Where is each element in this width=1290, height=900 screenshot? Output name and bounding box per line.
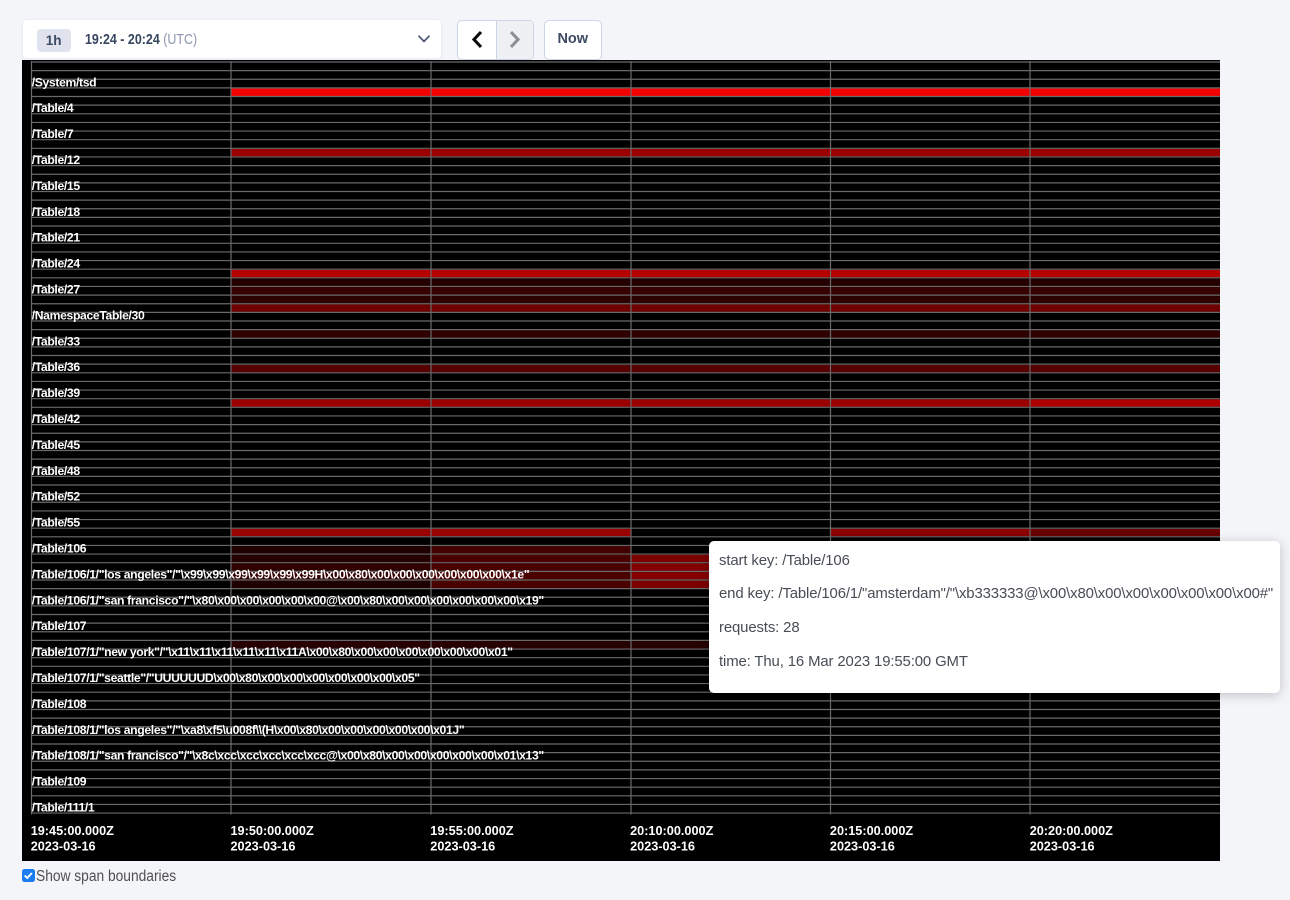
svg-text:/Table/39: /Table/39 (32, 386, 81, 400)
svg-text:20:15:00.000Z: 20:15:00.000Z (830, 824, 913, 838)
svg-text:20:10:00.000Z: 20:10:00.000Z (630, 824, 713, 838)
svg-text:/Table/52: /Table/52 (32, 490, 81, 504)
svg-text:/Table/36: /Table/36 (32, 360, 81, 374)
svg-text:/Table/24: /Table/24 (32, 257, 81, 271)
svg-text:/Table/7: /Table/7 (32, 127, 74, 141)
svg-text:/Table/18: /Table/18 (32, 205, 81, 219)
svg-text:/Table/107/1/"new york"/"\x11\: /Table/107/1/"new york"/"\x11\x11\x11\x1… (32, 645, 513, 659)
svg-text:2023-03-16: 2023-03-16 (430, 840, 495, 854)
svg-text:/Table/27: /Table/27 (32, 283, 81, 297)
svg-text:2023-03-16: 2023-03-16 (1030, 840, 1095, 854)
svg-text:2023-03-16: 2023-03-16 (231, 840, 296, 854)
svg-text:/Table/108/1/"los angeles"/"\x: /Table/108/1/"los angeles"/"\xa8\xf5\u00… (32, 723, 465, 737)
svg-text:/Table/21: /Table/21 (32, 231, 81, 245)
svg-text:/Table/106/1/"los angeles"/"\x: /Table/106/1/"los angeles"/"\x99\x99\x99… (32, 567, 530, 581)
svg-text:/Table/109: /Table/109 (32, 775, 87, 789)
svg-text:/Table/107/1/"seattle"/"UUUUUU: /Table/107/1/"seattle"/"UUUUUUD\x00\x80\… (32, 671, 420, 685)
svg-text:20:20:00.000Z: 20:20:00.000Z (1030, 824, 1113, 838)
svg-text:19:45:00.000Z: 19:45:00.000Z (31, 824, 114, 838)
svg-text:/Table/15: /Table/15 (32, 179, 81, 193)
svg-text:/Table/42: /Table/42 (32, 412, 81, 426)
svg-text:19:50:00.000Z: 19:50:00.000Z (231, 824, 314, 838)
svg-text:19:55:00.000Z: 19:55:00.000Z (430, 824, 513, 838)
svg-text:2023-03-16: 2023-03-16 (830, 840, 895, 854)
svg-text:/Table/108: /Table/108 (32, 697, 87, 711)
svg-text:/Table/55: /Table/55 (32, 516, 81, 530)
svg-text:/Table/111/1: /Table/111/1 (32, 801, 95, 815)
svg-text:/System/tsd: /System/tsd (32, 75, 97, 89)
svg-text:/Table/33: /Table/33 (32, 334, 81, 348)
svg-text:/Table/12: /Table/12 (32, 153, 81, 167)
svg-text:/NamespaceTable/30: /NamespaceTable/30 (32, 308, 145, 322)
svg-text:/Table/4: /Table/4 (32, 101, 74, 115)
svg-text:/Table/45: /Table/45 (32, 438, 81, 452)
svg-text:/Table/106/1/"san francisco"/": /Table/106/1/"san francisco"/"\x80\x00\x… (32, 593, 544, 607)
svg-text:/Table/108/1/"san francisco"/": /Table/108/1/"san francisco"/"\x8c\xcc\x… (32, 749, 544, 763)
svg-text:/Table/107: /Table/107 (32, 619, 87, 633)
svg-text:/Table/106: /Table/106 (32, 542, 87, 556)
svg-text:/Table/48: /Table/48 (32, 464, 81, 478)
svg-text:2023-03-16: 2023-03-16 (31, 840, 96, 854)
svg-text:2023-03-16: 2023-03-16 (630, 840, 695, 854)
